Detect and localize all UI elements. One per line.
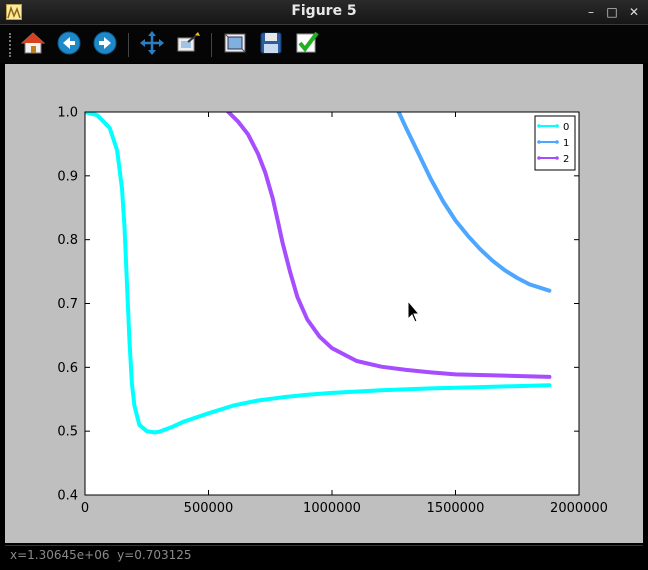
legend-marker	[537, 124, 541, 128]
home-button[interactable]	[20, 30, 46, 56]
x-tick-label: 2000000	[550, 501, 608, 516]
legend: 0 1 2	[534, 115, 576, 171]
forward-button[interactable]	[92, 30, 118, 56]
edit-button[interactable]	[294, 30, 320, 56]
maximize-button[interactable]: □	[604, 4, 620, 20]
y-tick-label: 1.0	[57, 106, 78, 121]
pan-button[interactable]	[139, 30, 165, 56]
legend-marker	[555, 140, 559, 144]
y-tick-label: 0.9	[57, 169, 78, 184]
cursor-coordinates: x=1.30645e+06 y=0.703125	[10, 548, 192, 562]
x-tick-label: 0	[81, 501, 89, 516]
legend-label: 0	[563, 122, 569, 133]
toolbar-grip[interactable]	[9, 33, 15, 57]
arrow-right-icon	[93, 31, 117, 55]
maximize-icon: □	[606, 5, 618, 19]
minimize-icon: –	[588, 5, 594, 19]
close-button[interactable]: ✕	[626, 4, 642, 20]
subplots-button[interactable]	[222, 30, 248, 56]
toolbar-separator	[211, 33, 212, 57]
minimize-button[interactable]: –	[583, 4, 599, 20]
legend-marker	[537, 156, 541, 160]
y-tick-label: 0.4	[57, 489, 78, 504]
home-icon	[20, 32, 46, 54]
legend-marker	[537, 140, 541, 144]
legend-marker	[555, 124, 559, 128]
x-tick-label: 1500000	[427, 501, 485, 516]
legend-label: 2	[563, 154, 569, 165]
plot-area[interactable]	[85, 112, 579, 495]
back-button[interactable]	[56, 30, 82, 56]
status-bar: x=1.30645e+06 y=0.703125	[5, 545, 643, 566]
floppy-disk-icon	[260, 32, 282, 54]
zoom-rect-icon	[177, 32, 200, 52]
move-icon	[140, 31, 164, 55]
checkmark-icon	[296, 31, 319, 53]
y-tick-label: 0.5	[57, 425, 78, 440]
save-button[interactable]	[258, 30, 284, 56]
title-bar: Figure 5 – □ ✕	[0, 0, 648, 25]
window-title: Figure 5	[291, 3, 357, 19]
figure-canvas[interactable]: 0 500000 1000000 1500000 2000000 0.4 0.5 0.6 0.7…	[5, 64, 643, 543]
x-tick-label: 500000	[184, 501, 234, 516]
x-tick-label: 1000000	[303, 501, 361, 516]
zoom-button[interactable]	[175, 30, 201, 56]
toolbar	[0, 25, 648, 63]
legend-label: 1	[563, 138, 569, 149]
line-chart[interactable]: 0 500000 1000000 1500000 2000000 0.4 0.5 0.6 0.7…	[5, 64, 643, 543]
legend-marker	[555, 156, 559, 160]
y-tick-label: 0.6	[57, 361, 78, 376]
toolbar-separator	[128, 33, 129, 57]
arrow-left-icon	[57, 31, 81, 55]
subplots-icon	[224, 33, 246, 53]
y-tick-label: 0.8	[57, 233, 78, 248]
y-tick-label: 0.7	[57, 297, 78, 312]
close-icon: ✕	[628, 5, 640, 19]
